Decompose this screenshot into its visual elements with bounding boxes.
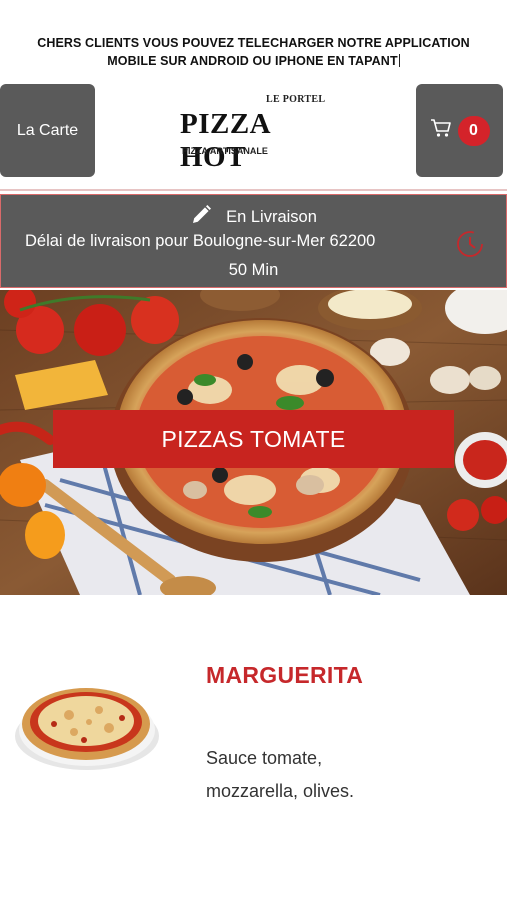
product-description: Sauce tomate, mozzarella, olives.	[206, 748, 355, 801]
delivery-panel[interactable]: En Livraison Délai de livraison pour Bou…	[0, 194, 507, 288]
product-card[interactable]: MARGUERITA Sauce tomate, mozzarella, oli…	[0, 640, 507, 840]
category-hero[interactable]: PIZZAS TOMATE	[0, 290, 507, 595]
delivery-time: 50 Min	[228, 261, 279, 279]
logo-top: LE PORTEL	[266, 94, 326, 105]
cart-count-badge: 0	[457, 115, 490, 146]
cart-icon	[430, 118, 452, 143]
logo[interactable]: LE PORTEL PIZZA HOT PIZZA ARTISANALE	[180, 94, 330, 173]
notice-line-2: MOBILE SUR ANDROID OU IPHONE EN TAPANT	[107, 54, 400, 68]
delivery-info: Délai de livraison pour Boulogne-sur-Mer…	[25, 232, 376, 250]
category-title[interactable]: PIZZAS TOMATE	[53, 410, 454, 468]
app-download-notice: CHERS CLIENTS VOUS POUVEZ TELECHARGER NO…	[0, 34, 507, 70]
product-name[interactable]: MARGUERITA	[206, 662, 363, 689]
cart-button[interactable]: 0	[416, 84, 503, 177]
notice-line-1: CHERS CLIENTS VOUS POUVEZ TELECHARGER NO…	[37, 36, 470, 50]
logo-sub: PIZZA ARTISANALE	[182, 146, 268, 156]
logo-main: PIZZA HOT	[180, 108, 270, 173]
delivery-mode: En Livraison	[226, 208, 317, 226]
pencil-icon[interactable]	[190, 204, 212, 231]
clock-icon	[455, 229, 485, 264]
menu-button[interactable]: La Carte	[0, 84, 95, 177]
product-image[interactable]	[14, 680, 160, 777]
header: La Carte LE PORTEL PIZZA HOT PIZZA ARTIS…	[0, 84, 507, 178]
header-divider	[0, 189, 507, 191]
